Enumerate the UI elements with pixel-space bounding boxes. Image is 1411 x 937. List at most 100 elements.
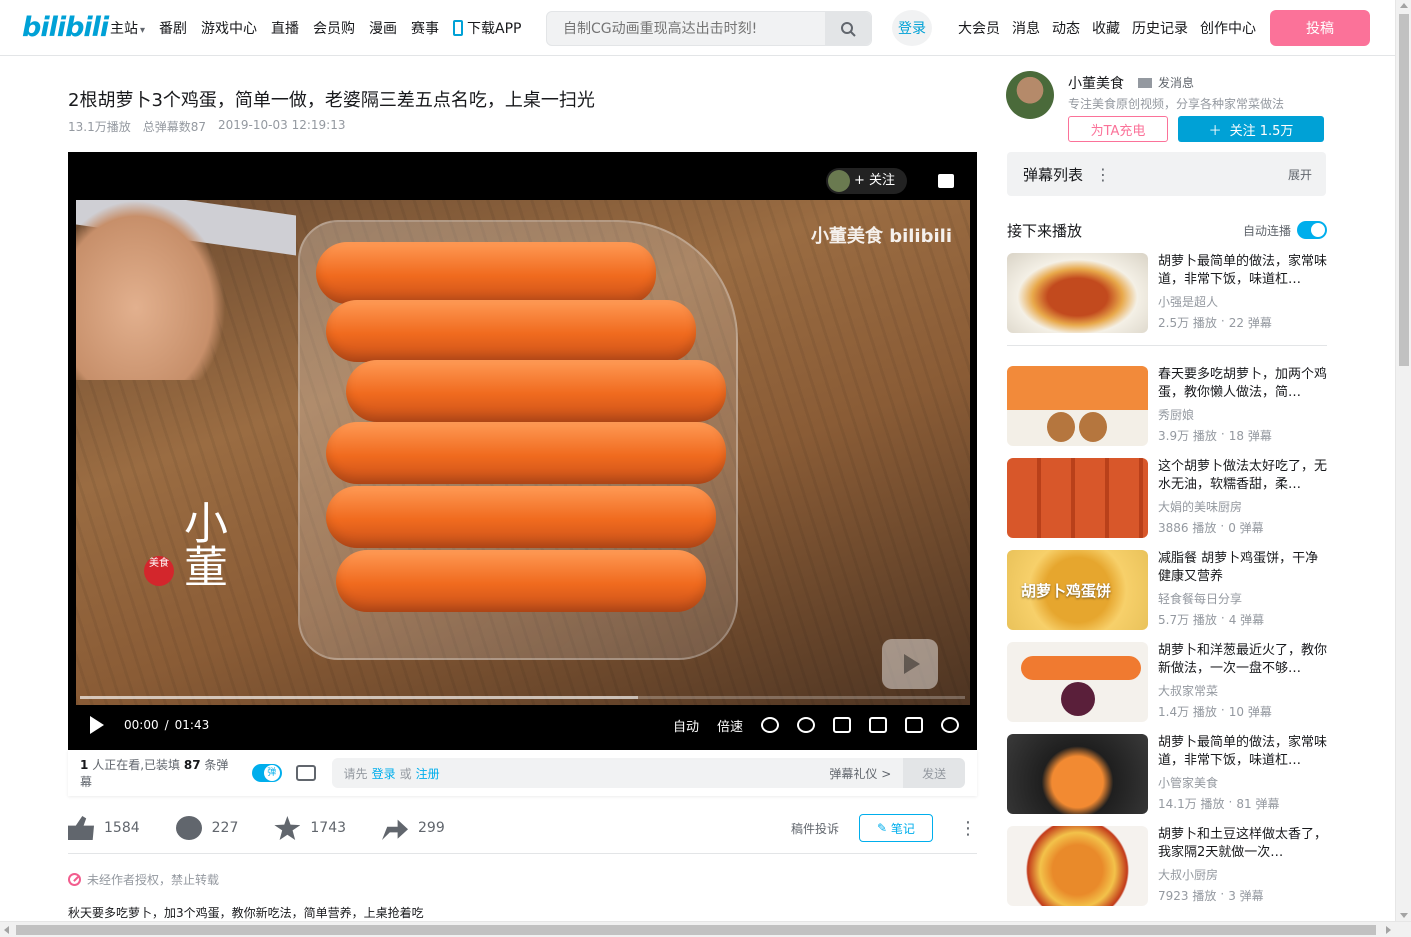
- report-link[interactable]: 稿件投诉: [791, 820, 839, 837]
- note-button[interactable]: ✎ 笔记: [859, 814, 933, 842]
- settings-icon[interactable]: [797, 717, 815, 733]
- search-input[interactable]: [547, 20, 825, 37]
- rec-title[interactable]: 胡萝卜最简单的做法，家常味道，非常下饭，味道杠…: [1158, 734, 1328, 770]
- rec-title[interactable]: 春天要多吃胡萝卜，加两个鸡蛋，教你懒人做法，简…: [1158, 366, 1328, 402]
- recommendation-item[interactable]: 胡萝卜最简单的做法，家常味道，非常下饭，味道杠… 小强是超人 2.5万 播放 · 2…: [1007, 253, 1327, 345]
- video-thumbnail[interactable]: [1007, 826, 1148, 906]
- rec-uploader[interactable]: 小管家美食: [1158, 774, 1328, 791]
- danmaku-input[interactable]: 请先 登录 或 注册 弹幕礼仪 >: [331, 758, 904, 788]
- recommendation-item[interactable]: 春天要多吃胡萝卜，加两个鸡蛋，教你懒人做法，简… 秀厨娘 3.9万 播放 · 18 …: [1007, 366, 1327, 458]
- coin-button[interactable]: 227: [175, 816, 238, 840]
- upload-button[interactable]: 投稿: [1270, 10, 1370, 46]
- next-up-header: 接下来播放 自动连播: [1007, 218, 1327, 242]
- nav-messages[interactable]: 消息: [1012, 18, 1040, 38]
- search-button[interactable]: [825, 12, 871, 45]
- nav-anime[interactable]: 番剧: [159, 18, 187, 38]
- rec-uploader[interactable]: 大叔家常菜: [1158, 682, 1328, 699]
- recommendation-item[interactable]: 胡萝卜最简单的做法，家常味道，非常下饭，味道杠… 小管家美食 14.1万 播放 ·…: [1007, 734, 1327, 826]
- like-button[interactable]: 1584: [68, 816, 140, 840]
- widescreen-icon[interactable]: [869, 717, 887, 733]
- recommendation-item[interactable]: 胡萝卜和洋葱最近火了，教你新做法，一次一盘不够… 大叔家常菜 1.4万 播放 · 1…: [1007, 642, 1327, 734]
- scroll-up-icon[interactable]: [1400, 3, 1408, 8]
- video-player[interactable]: + 关注 小董美食 bilibili 小董 美食 00:00 / 01:43 自…: [68, 152, 977, 750]
- danmaku-expand-button[interactable]: 展开: [1288, 166, 1312, 183]
- nav-creator-center[interactable]: 创作中心: [1200, 18, 1256, 38]
- nav-main-site[interactable]: 主站 ▾: [110, 18, 145, 38]
- autoplay-label: 自动连播: [1242, 223, 1291, 238]
- danmaku-etiquette-link[interactable]: 弹幕礼仪 >: [829, 765, 891, 782]
- nav-manga[interactable]: 漫画: [369, 18, 397, 38]
- star-icon: [274, 816, 301, 840]
- thumbnail-caption: 胡萝卜鸡蛋饼: [1021, 582, 1112, 600]
- scrollbar-thumb[interactable]: [1399, 14, 1409, 366]
- quality-button[interactable]: 自动: [673, 716, 699, 735]
- share-button[interactable]: 299: [382, 816, 445, 840]
- web-fullscreen-icon[interactable]: [905, 717, 923, 733]
- rec-uploader[interactable]: 小强是超人: [1158, 293, 1328, 310]
- danmaku-login-link[interactable]: 登录: [372, 765, 396, 782]
- tv-play-icon[interactable]: [882, 639, 938, 689]
- video-thumbnail[interactable]: 胡萝卜鸡蛋饼: [1007, 550, 1148, 630]
- rec-title[interactable]: 这个胡萝卜做法太好吃了，无水无油，软糯香甜，柔…: [1158, 458, 1328, 494]
- rec-uploader[interactable]: 轻食餐每日分享: [1158, 590, 1328, 607]
- follow-button[interactable]: ＋关注 1.5万: [1178, 116, 1324, 142]
- video-description: 秋天要多吃萝卜，加3个鸡蛋，教你新吃法，简单营养，上桌抢着吃: [68, 906, 424, 920]
- nav-dynamic[interactable]: 动态: [1052, 18, 1080, 38]
- rec-title[interactable]: 胡萝卜和土豆这样做太香了，我家隔2天就做一次…: [1158, 826, 1328, 862]
- play-button[interactable]: [90, 716, 104, 734]
- fullscreen-icon[interactable]: [941, 717, 959, 733]
- scroll-down-icon[interactable]: [1400, 913, 1408, 918]
- pip-icon[interactable]: [833, 717, 851, 733]
- nav-live[interactable]: 直播: [271, 18, 299, 38]
- nav-favorites[interactable]: 收藏: [1092, 18, 1120, 38]
- rec-title[interactable]: 胡萝卜和洋葱最近火了，教你新做法，一次一盘不够…: [1158, 642, 1328, 678]
- scrollbar-thumb[interactable]: [16, 925, 1376, 935]
- autoplay-toggle[interactable]: [1297, 221, 1327, 239]
- more-icon[interactable]: ⋮: [959, 818, 977, 839]
- horizontal-scrollbar[interactable]: [0, 921, 1411, 937]
- video-thumbnail[interactable]: [1007, 366, 1148, 446]
- danmaku-settings-icon[interactable]: [295, 765, 316, 781]
- video-thumbnail[interactable]: [1007, 458, 1148, 538]
- volume-icon[interactable]: [761, 717, 779, 733]
- publish-date: 2019-10-03 12:19:13: [218, 118, 346, 132]
- danmaku-list-panel[interactable]: 弹幕列表 ⋮ 展开: [1007, 152, 1326, 196]
- uploader-name[interactable]: 小董美食: [1068, 73, 1124, 93]
- vertical-scrollbar[interactable]: [1395, 0, 1411, 921]
- rec-title[interactable]: 胡萝卜最简单的做法，家常味道，非常下饭，味道杠…: [1158, 253, 1328, 289]
- danmaku-send-button[interactable]: 发送: [903, 758, 965, 788]
- recommendation-item[interactable]: 胡萝卜和土豆这样做太香了，我家隔2天就做一次… 大叔小厨房 7923 播放 · 3 …: [1007, 826, 1327, 918]
- nav-vip[interactable]: 大会员: [958, 18, 1000, 38]
- feedback-icon[interactable]: [938, 174, 954, 188]
- video-thumbnail[interactable]: [1007, 642, 1148, 722]
- speed-button[interactable]: 倍速: [717, 716, 743, 735]
- recommendation-item[interactable]: 胡萝卜鸡蛋饼 减脂餐 胡萝卜鸡蛋饼，干净健康又营养 轻食餐每日分享 5.7万 播…: [1007, 550, 1327, 642]
- progress-bar[interactable]: [80, 696, 965, 699]
- nav-game-center[interactable]: 游戏中心: [201, 18, 257, 38]
- rec-uploader[interactable]: 大叔小厨房: [1158, 866, 1328, 883]
- player-follow-button[interactable]: + 关注: [826, 168, 908, 194]
- nav-history[interactable]: 历史记录: [1132, 18, 1188, 38]
- scroll-right-icon[interactable]: [1386, 926, 1391, 934]
- login-button[interactable]: 登录: [892, 10, 932, 46]
- nav-download-app[interactable]: 下载APP: [453, 18, 522, 38]
- recommendation-item[interactable]: 这个胡萝卜做法太好吃了，无水无油，软糯香甜，柔… 大娟的美味厨房 3886 播放…: [1007, 458, 1327, 550]
- danmaku-toggle[interactable]: [251, 764, 282, 782]
- rec-title[interactable]: 减脂餐 胡萝卜鸡蛋饼，干净健康又营养: [1158, 550, 1328, 586]
- bilibili-logo[interactable]: bilibili: [22, 12, 109, 44]
- player-controls: 00:00 / 01:43 自动 倍速: [68, 705, 977, 745]
- nav-esports[interactable]: 赛事: [411, 18, 439, 38]
- favorite-button[interactable]: 1743: [274, 816, 346, 840]
- danmaku-register-link[interactable]: 注册: [416, 765, 440, 782]
- charge-button[interactable]: 为TA充电: [1068, 116, 1168, 142]
- more-icon[interactable]: ⋮: [1095, 165, 1111, 184]
- rec-uploader[interactable]: 大娟的美味厨房: [1158, 498, 1328, 515]
- carrot: [316, 242, 656, 304]
- rec-uploader[interactable]: 秀厨娘: [1158, 406, 1328, 423]
- uploader-avatar[interactable]: [1006, 71, 1054, 119]
- send-message-link[interactable]: 发消息: [1138, 74, 1194, 91]
- video-thumbnail[interactable]: [1007, 253, 1148, 333]
- nav-member-shop[interactable]: 会员购: [313, 18, 355, 38]
- video-thumbnail[interactable]: [1007, 734, 1148, 814]
- scroll-left-icon[interactable]: [4, 926, 9, 934]
